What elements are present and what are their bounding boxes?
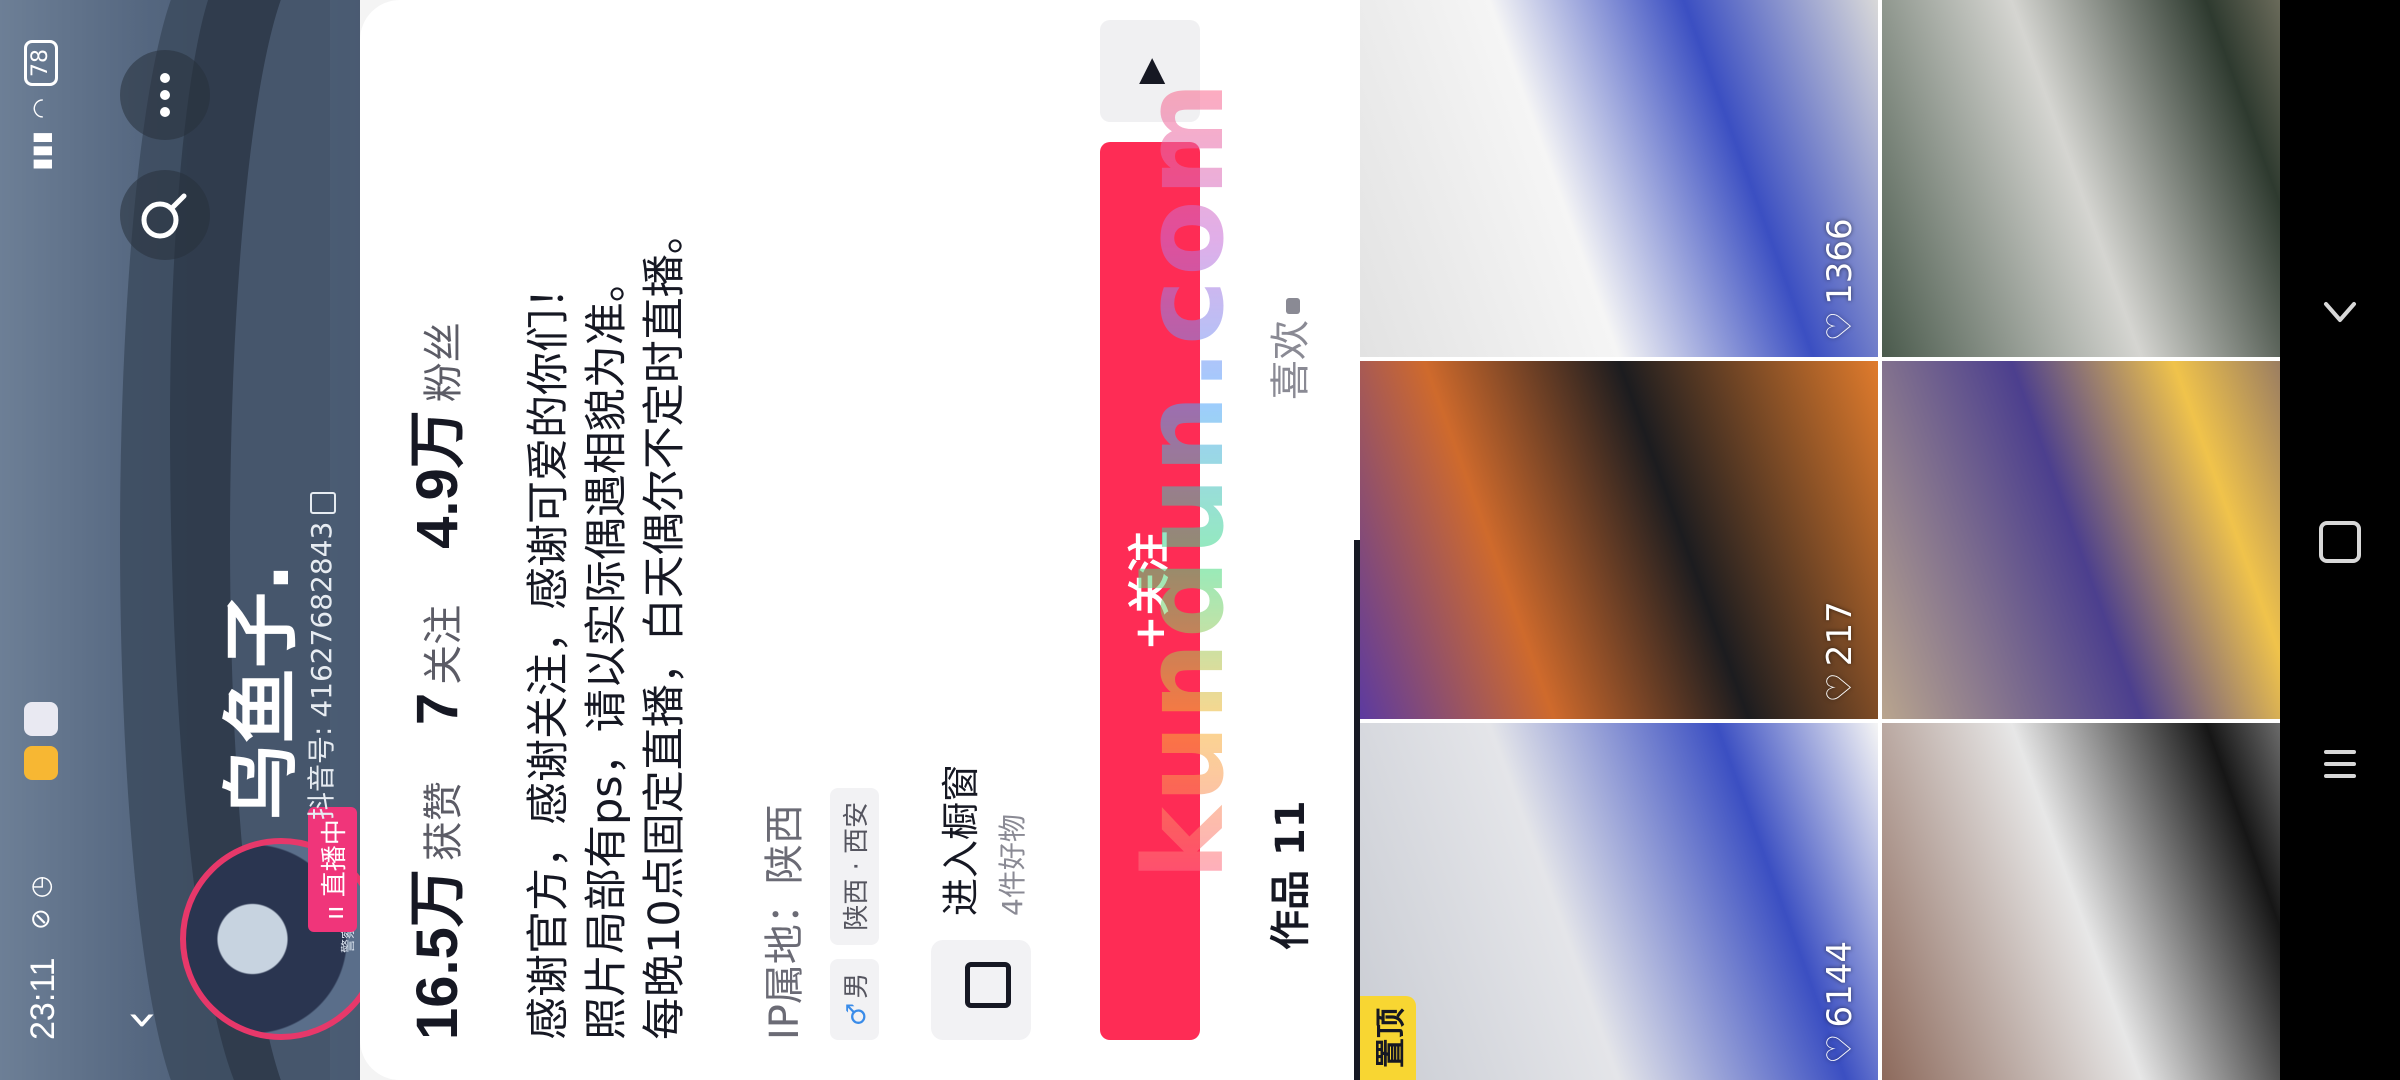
more-dots-icon: [160, 73, 170, 117]
heart-icon: ♡: [1820, 1033, 1860, 1064]
wifi-icon: ◠: [27, 98, 55, 119]
stat-label: 粉丝: [421, 322, 467, 403]
stat-label: 关注: [421, 604, 467, 685]
video-likes-count: 217: [1820, 601, 1860, 667]
stat-value: 16.5万: [405, 869, 470, 1040]
home-square-icon: [2319, 521, 2361, 563]
app-icon: [24, 702, 58, 736]
stat-likes[interactable]: 16.5万 获赞: [390, 781, 474, 1040]
live-bars-icon: ıı: [320, 897, 350, 920]
weibo-icon: [24, 746, 58, 780]
live-badge-label: 直播中: [320, 819, 350, 898]
stat-followers[interactable]: 4.9万 粉丝: [390, 322, 474, 549]
ip-location: IP属地：陕西: [762, 804, 808, 1040]
bio-line: 感谢官方，感谢关注，感谢可爱的你们！: [524, 266, 574, 1040]
shopping-bag-icon: [930, 940, 1031, 1040]
profile-screen: 23:11 ⊘ ◷ ▮▮▮ ◠ 78 ‹ 警察 ıı 直播中 乌鱼子. 抖音号:…: [0, 0, 2400, 1080]
heart-icon: ♡: [1820, 672, 1860, 703]
shop-subtitle: 4件好物: [996, 814, 1029, 916]
shop-window-entry[interactable]: 进入橱窗 4件好物: [930, 764, 1031, 1040]
male-icon: ♂: [842, 1002, 872, 1026]
recent-apps-icon: [2324, 750, 2356, 778]
tab-likes[interactable]: 喜欢: [1258, 298, 1316, 400]
search-icon: [141, 193, 187, 239]
video-likes: ♡ 1366: [1820, 218, 1860, 341]
nav-recent-apps-button[interactable]: [2310, 734, 2370, 794]
more-button[interactable]: [120, 50, 210, 140]
nickname: 乌鱼子.: [217, 563, 306, 820]
search-button[interactable]: [120, 170, 210, 260]
status-right: ▮▮▮ ◠ 78: [24, 40, 58, 171]
copy-icon: [310, 491, 336, 514]
video-likes: ♡ 6144: [1820, 941, 1860, 1064]
stats-row: 16.5万 获赞 7 关注 4.9万 粉丝: [390, 322, 474, 1040]
back-button[interactable]: ‹: [110, 990, 170, 1050]
tab-likes-label: 喜欢: [1268, 320, 1314, 400]
video-grid: 置顶 ♡ 6144 ♡ 217 ♡ 1366: [1360, 0, 2400, 1080]
video-thumbnail[interactable]: ♡ 217: [1360, 361, 1878, 719]
status-icons: ⊘ ◷: [26, 876, 56, 930]
stat-following[interactable]: 7 关注: [404, 605, 471, 725]
status-bar: 23:11 ⊘ ◷ ▮▮▮ ◠ 78: [0, 0, 80, 1080]
bio: 感谢官方，感谢关注，感谢可爱的你们！ 照片局部有ps，请以实际偶遇相貌为准。 每…: [520, 40, 694, 1040]
battery-indicator: 78: [24, 40, 58, 86]
pinned-badge: 置顶: [1360, 996, 1416, 1080]
bio-line: 照片局部有ps，请以实际偶遇相貌为准。: [582, 259, 632, 1040]
lock-icon: [1286, 298, 1300, 314]
bio-line: 每晚10点固定直播，白天偶尔不定时直播。: [640, 211, 690, 1040]
gender-tag: ♂男: [830, 958, 879, 1040]
douyin-id[interactable]: 抖音号: 41627682843: [300, 491, 340, 820]
profile-tags: ♂男 陕西 · 西安: [830, 787, 879, 1040]
shop-title: 进入橱窗: [939, 763, 983, 916]
stat-label: 获赞: [421, 781, 467, 862]
video-likes-count: 1366: [1820, 218, 1860, 305]
video-likes: ♡ 217: [1820, 601, 1860, 702]
gender-label: 男: [842, 972, 872, 999]
nav-home-button[interactable]: [2310, 510, 2370, 570]
profile-card: 16.5万 获赞 7 关注 4.9万 粉丝 感谢官方，感谢关注，感谢可爱的你们！ 照片…: [360, 0, 1210, 1080]
shop-text: 进入橱窗 4件好物: [930, 764, 1031, 916]
video-thumbnail[interactable]: ♡ 1366: [1360, 0, 1878, 358]
video-likes-count: 6144: [1820, 940, 1860, 1028]
stat-value: 4.9万: [405, 410, 470, 549]
location-tag: 陕西 · 西安: [830, 787, 879, 945]
tab-works[interactable]: 作品 11: [1258, 800, 1316, 950]
chevron-left-icon: ‹: [110, 1009, 170, 1031]
status-time: 23:11: [24, 957, 62, 1040]
chevron-down-icon: [2324, 302, 2356, 322]
notification-app-icons: [24, 702, 58, 780]
alarm-icon: ◷: [26, 875, 56, 899]
live-badge[interactable]: ıı 直播中: [308, 807, 357, 932]
system-nav-bar: [2280, 0, 2400, 1080]
douyin-id-text: 抖音号: 41627682843: [305, 521, 338, 820]
nav-back-button[interactable]: [2310, 282, 2370, 342]
video-thumbnail[interactable]: 置顶 ♡ 6144: [1360, 722, 1878, 1080]
stat-value: 7: [405, 692, 470, 726]
signal-icon: ▮▮▮: [27, 130, 55, 171]
mute-icon: ⊘: [26, 908, 56, 930]
heart-icon: ♡: [1820, 310, 1860, 342]
site-watermark: kundun.com: [1120, 77, 1248, 880]
